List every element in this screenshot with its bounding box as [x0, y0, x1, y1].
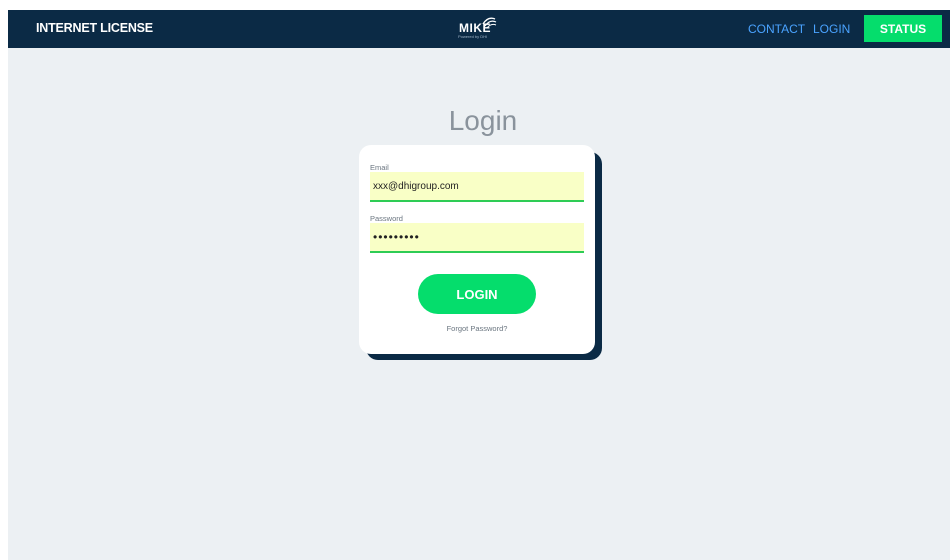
app-title[interactable]: INTERNET LICENSE: [36, 21, 153, 35]
top-navbar: INTERNET LICENSE MIKE Powered by DHI CON…: [8, 10, 950, 48]
nav-login-link[interactable]: LOGIN: [813, 22, 850, 36]
mike-swirl-icon: [482, 17, 497, 29]
email-field[interactable]: [370, 172, 584, 202]
email-label: Email: [370, 163, 389, 172]
status-button[interactable]: STATUS: [864, 15, 942, 42]
password-label: Password: [370, 214, 403, 223]
nav-contact-link[interactable]: CONTACT: [748, 22, 805, 36]
mike-logo[interactable]: MIKE Powered by DHI: [454, 15, 504, 43]
page-title: Login: [448, 105, 518, 136]
login-card: Email Password LOGIN Forgot Password?: [359, 145, 595, 354]
logo-tagline: Powered by DHI: [458, 34, 488, 39]
forgot-password-link[interactable]: Forgot Password?: [359, 324, 595, 333]
login-button[interactable]: LOGIN: [418, 274, 536, 314]
password-field[interactable]: [370, 223, 584, 253]
